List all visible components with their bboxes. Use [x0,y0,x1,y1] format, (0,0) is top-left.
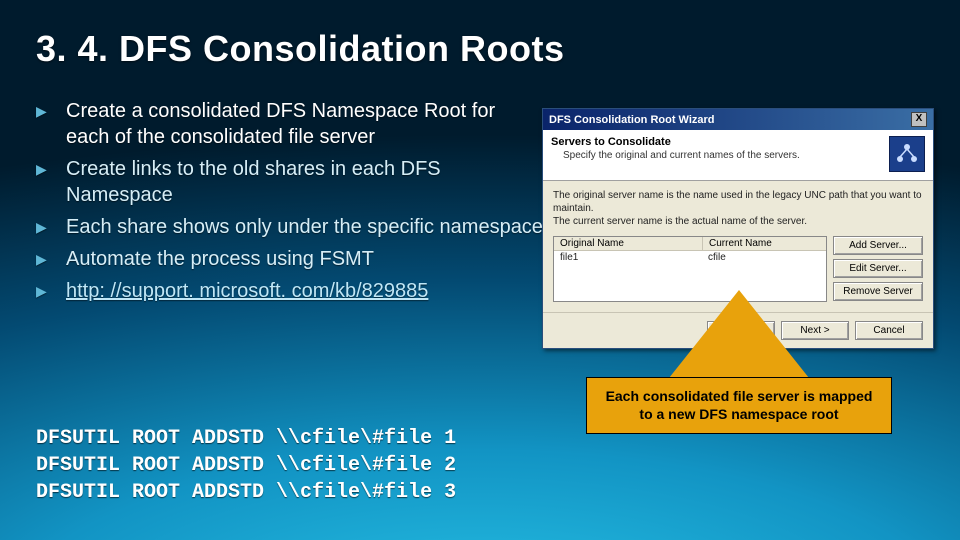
wizard-header-icon [889,136,925,172]
add-server-button[interactable]: Add Server... [833,236,923,255]
code-block: DFSUTIL ROOT ADDSTD \\cfile\#file 1 DFSU… [36,425,456,506]
code-line: DFSUTIL ROOT ADDSTD \\cfile\#file 1 [36,425,456,452]
bullet-item: Each share shows only under the specific… [36,214,544,240]
bullet-list: Create a consolidated DFS Namespace Root… [36,98,544,310]
wizard-header: Servers to Consolidate Specify the origi… [543,130,933,181]
code-line: DFSUTIL ROOT ADDSTD \\cfile\#file 3 [36,479,456,506]
table-row[interactable]: file1 cfile [554,251,826,264]
wizard-title-text: DFS Consolidation Root Wizard [549,114,715,126]
callout-box: Each consolidated file server is mapped … [586,377,892,434]
wizard-desc: The original server name is the name use… [553,189,923,228]
bullet-item: Create links to the old shares in each D… [36,156,544,208]
col-original-name[interactable]: Original Name [554,237,703,251]
cell-current: cfile [702,251,732,264]
bullet-link[interactable]: http: //support. microsoft. com/kb/82988… [36,278,544,304]
code-line: DFSUTIL ROOT ADDSTD \\cfile\#file 2 [36,452,456,479]
callout-arrow-icon [669,290,809,378]
slide-title: 3. 4. DFS Consolidation Roots [36,28,924,70]
wizard-titlebar: DFS Consolidation Root Wizard X [543,109,933,130]
bullet-text: Automate the process using FSMT [66,248,374,270]
list-header-row: Original Name Current Name [554,237,826,251]
wizard-header-sub: Specify the original and current names o… [551,150,800,161]
wizard-header-title: Servers to Consolidate [551,136,800,148]
col-current-name[interactable]: Current Name [703,237,826,251]
cell-original: file1 [554,251,702,264]
wizard-header-text: Servers to Consolidate Specify the origi… [551,136,800,161]
callout: Each consolidated file server is mapped … [544,290,934,434]
bullet-text: Create links to the old shares in each D… [66,158,441,206]
bullet-item: Automate the process using FSMT [36,246,544,272]
slide: 3. 4. DFS Consolidation Roots Create a c… [0,0,960,540]
tree-icon [894,141,920,167]
bullet-text: http: //support. microsoft. com/kb/82988… [66,280,428,302]
wizard-desc-line: The original server name is the name use… [553,190,922,214]
bullet-item: Create a consolidated DFS Namespace Root… [36,98,544,150]
edit-server-button[interactable]: Edit Server... [833,259,923,278]
bullet-text: Create a consolidated DFS Namespace Root… [66,100,495,148]
wizard-desc-line: The current server name is the actual na… [553,216,807,227]
bullet-text: Each share shows only under the specific… [66,216,543,238]
close-icon[interactable]: X [911,112,927,127]
